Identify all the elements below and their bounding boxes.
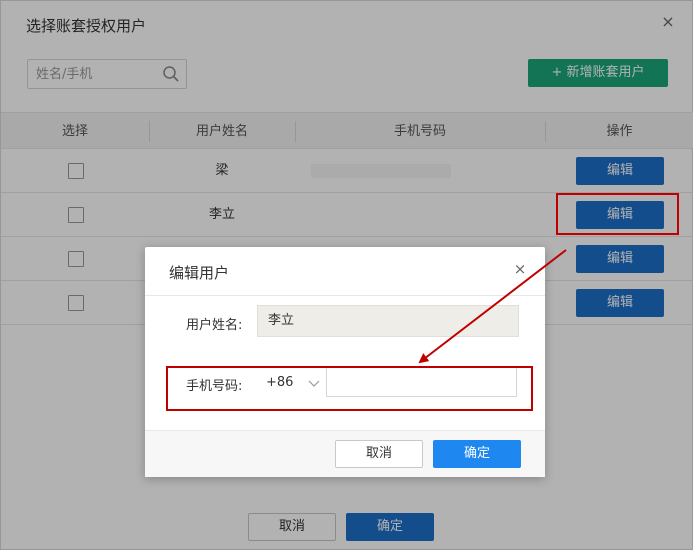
modal-close-icon[interactable]: × bbox=[513, 262, 527, 277]
name-label: 用户姓名: bbox=[186, 318, 243, 333]
modal-cancel-button[interactable]: 取消 bbox=[335, 440, 423, 468]
modal-footer: 取消 确定 bbox=[145, 430, 545, 477]
country-code-select[interactable]: +86 bbox=[266, 375, 293, 390]
phone-input[interactable] bbox=[326, 367, 517, 397]
edit-user-modal: 编辑用户 × 用户姓名: 李立 手机号码: +86 取消 确定 bbox=[145, 247, 545, 477]
modal-confirm-button[interactable]: 确定 bbox=[433, 440, 521, 468]
modal-divider bbox=[145, 295, 545, 296]
phone-label: 手机号码: bbox=[186, 379, 243, 394]
chevron-down-icon[interactable] bbox=[308, 377, 320, 389]
modal-title: 编辑用户 bbox=[169, 264, 230, 282]
user-name-field: 李立 bbox=[257, 305, 519, 337]
